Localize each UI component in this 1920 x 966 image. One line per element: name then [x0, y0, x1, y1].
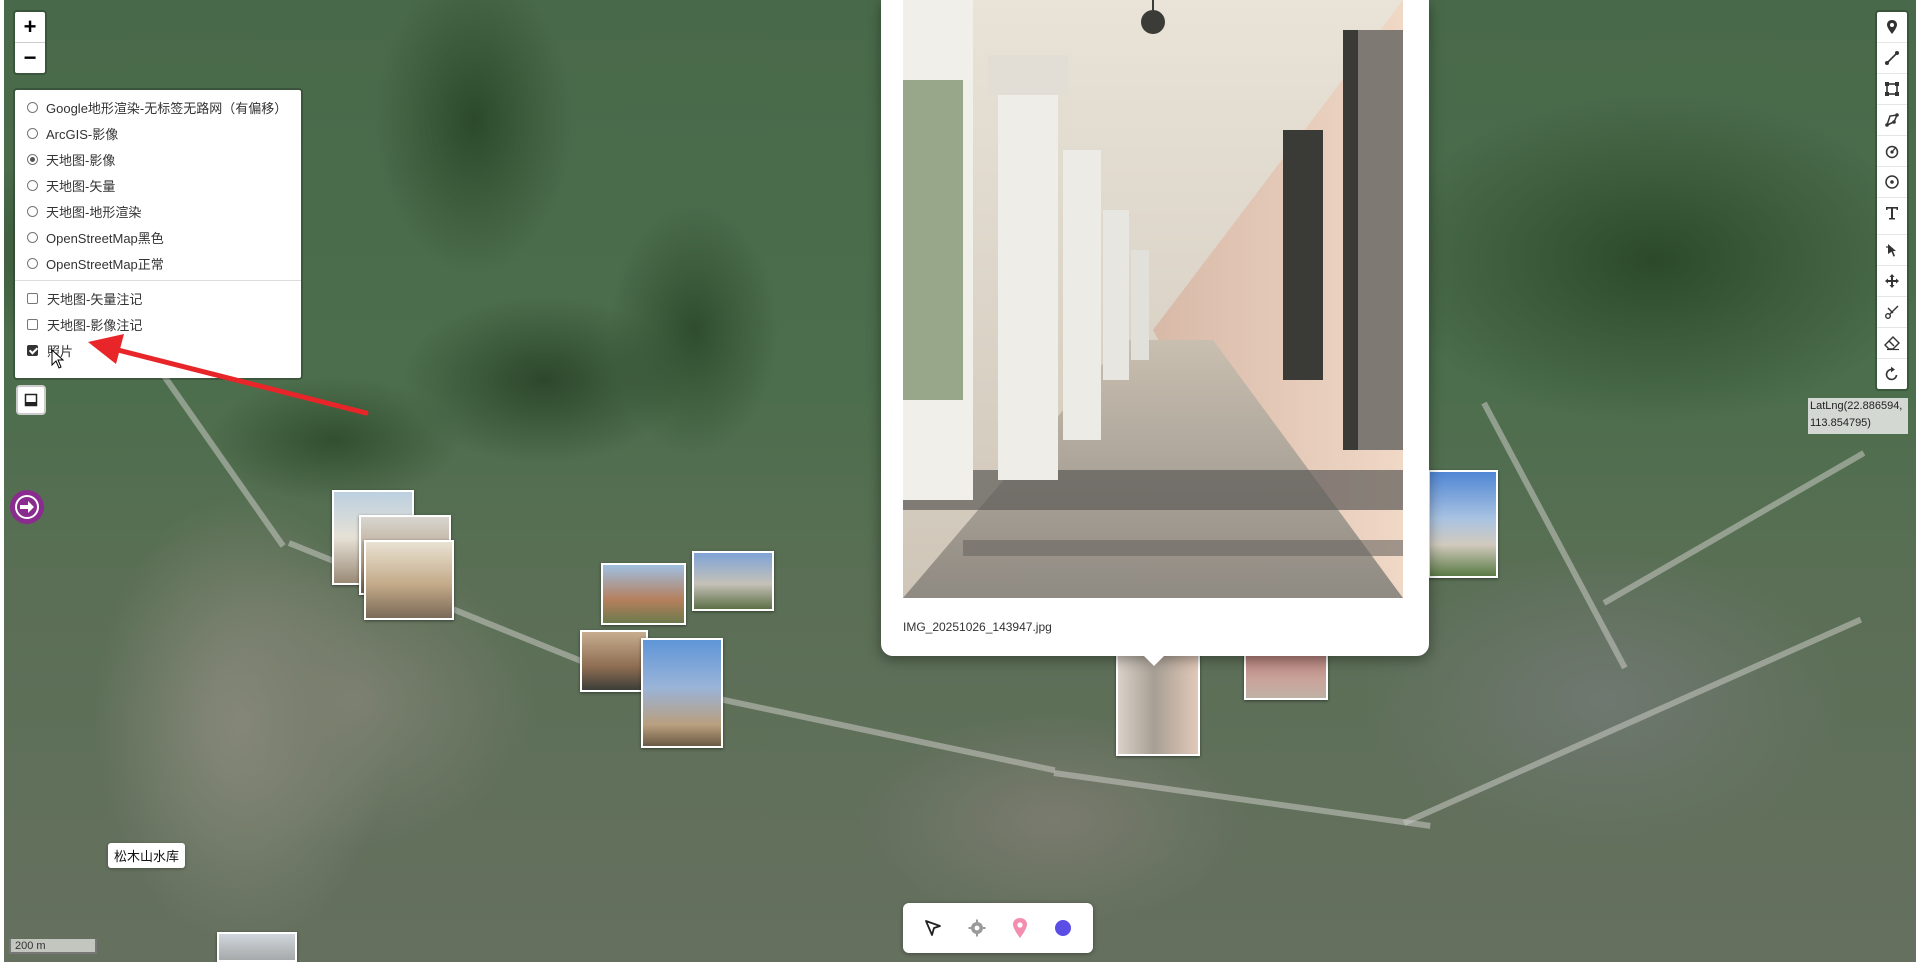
bottom-action-bar — [903, 903, 1093, 953]
scale-bar: 200 m — [9, 939, 97, 954]
layer-label: Google地形渲染-无标签无路网（有偏移） — [46, 100, 288, 116]
radio-button[interactable] — [27, 257, 38, 269]
radio-button-selected[interactable] — [27, 153, 38, 165]
radio-button[interactable] — [27, 101, 38, 113]
zoom-in-button[interactable]: + — [15, 12, 45, 42]
zoom-out-button[interactable]: − — [15, 42, 45, 73]
draw-rectangle-button[interactable] — [1877, 73, 1907, 104]
settings-gear-icon[interactable] — [967, 918, 987, 938]
minimap-toggle-button[interactable] — [16, 385, 46, 415]
radio-button[interactable] — [27, 179, 38, 191]
rotate-icon — [1885, 366, 1898, 381]
layer-label: OpenStreetMap正常 — [46, 256, 164, 272]
photo-thumbnail[interactable] — [601, 563, 686, 625]
draw-marker-button[interactable] — [1877, 12, 1907, 42]
polyline-icon — [1885, 51, 1899, 65]
circle-marker-icon — [1885, 145, 1899, 159]
popup-tip — [1142, 654, 1166, 666]
cut-layers-button[interactable] — [1877, 296, 1907, 327]
navigate-arrow-button[interactable] — [10, 490, 44, 524]
panel-icon — [24, 393, 38, 407]
right-arrow-icon — [15, 495, 39, 519]
drawing-toolbar — [1875, 10, 1909, 391]
color-dot-icon[interactable] — [1053, 918, 1073, 938]
layer-label: 天地图-影像 — [46, 152, 116, 168]
reservoir-label: 松木山水库 — [108, 843, 186, 868]
corridor-photo-image — [903, 0, 1403, 598]
radio-button[interactable] — [27, 231, 38, 243]
polygon-icon — [1885, 113, 1899, 127]
layer-label: 天地图-矢量 — [46, 178, 116, 194]
draw-circle-marker-button[interactable] — [1877, 135, 1907, 166]
draw-circle-button[interactable] — [1877, 166, 1907, 197]
base-layer-option[interactable]: OpenStreetMap黑色 — [15, 224, 301, 250]
rotate-layers-button[interactable] — [1877, 358, 1907, 389]
checkbox[interactable] — [27, 318, 38, 330]
annotation-arrow-icon — [88, 334, 369, 416]
drag-icon — [1885, 274, 1899, 288]
layer-label: ArcGIS-影像 — [46, 126, 119, 142]
layer-separator — [15, 280, 301, 281]
remove-layers-button[interactable] — [1877, 327, 1907, 358]
mouse-cursor-icon — [51, 349, 65, 369]
draw-polygon-button[interactable] — [1877, 104, 1907, 135]
photo-popup: IMG_20251026_143947.jpg — [881, 0, 1429, 656]
scissors-icon — [1885, 305, 1899, 319]
base-layer-option[interactable]: 天地图-地形渲染 — [15, 198, 301, 224]
base-layer-option[interactable]: 天地图-影像 — [15, 146, 301, 172]
photo-thumbnail[interactable] — [580, 630, 648, 692]
popup-caption: IMG_20251026_143947.jpg — [903, 620, 1052, 634]
eraser-icon — [1884, 336, 1900, 351]
photo-thumbnail[interactable] — [641, 638, 723, 748]
popup-photo — [903, 0, 1403, 598]
draw-text-button[interactable] — [1877, 197, 1907, 228]
drag-layers-button[interactable] — [1877, 265, 1907, 296]
overlay-option[interactable]: 天地图-矢量注记 — [15, 285, 301, 311]
photo-thumbnail[interactable] — [1116, 652, 1200, 756]
location-pin-icon[interactable] — [1011, 917, 1029, 939]
coordinates-line-2: 113.854795) — [1810, 417, 1871, 429]
coordinates-line-1: LatLng(22.886594, — [1810, 400, 1903, 412]
base-layer-option[interactable]: 天地图-矢量 — [15, 172, 301, 198]
marker-icon — [1887, 20, 1897, 34]
edit-layers-button[interactable] — [1877, 234, 1907, 265]
base-layer-option[interactable]: OpenStreetMap正常 — [15, 250, 301, 276]
photo-thumbnail[interactable] — [692, 551, 774, 611]
photo-thumbnail[interactable] — [1244, 650, 1328, 700]
select-arrow-icon[interactable] — [923, 918, 943, 938]
layer-label: 天地图-地形渲染 — [46, 204, 142, 220]
checkbox[interactable] — [27, 292, 38, 304]
base-layer-option[interactable]: Google地形渲染-无标签无路网（有偏移） — [15, 94, 301, 120]
radio-button[interactable] — [27, 205, 38, 217]
photo-thumbnail[interactable] — [1428, 470, 1498, 578]
rectangle-icon — [1885, 82, 1899, 96]
cut-icon — [1886, 244, 1896, 257]
checkbox-checked[interactable] — [27, 344, 38, 356]
photo-thumbnail[interactable] — [364, 540, 454, 620]
layer-label: OpenStreetMap黑色 — [46, 230, 164, 246]
overlay-label: 天地图-矢量注记 — [47, 291, 143, 307]
circle-icon — [1885, 175, 1899, 189]
photo-thumbnail[interactable] — [217, 932, 297, 962]
zoom-control: + − — [13, 10, 47, 75]
text-icon — [1886, 207, 1898, 220]
draw-polyline-button[interactable] — [1877, 42, 1907, 73]
radio-button[interactable] — [27, 127, 38, 139]
base-layer-option[interactable]: ArcGIS-影像 — [15, 120, 301, 146]
coordinates-readout: LatLng(22.886594, 113.854795) — [1808, 398, 1908, 434]
